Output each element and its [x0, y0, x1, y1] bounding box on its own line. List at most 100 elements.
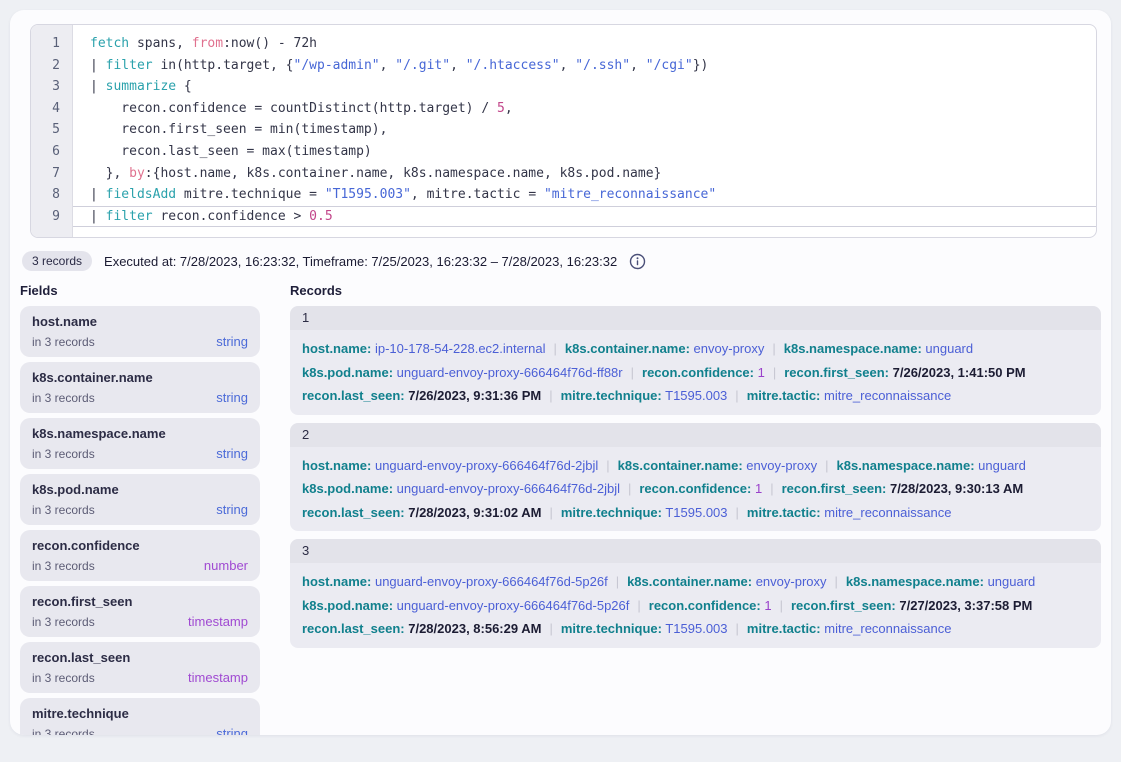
code-token: | — [90, 209, 106, 224]
field-meta: in 3 recordstimestamp — [32, 614, 248, 630]
field-count: in 3 records — [32, 558, 95, 574]
record-pair[interactable]: mitre.technique: T1595.003 — [561, 621, 728, 636]
record-pair[interactable]: k8s.pod.name: unguard-envoy-proxy-666464… — [302, 598, 629, 613]
pair-separator: | — [554, 341, 557, 356]
record-pair[interactable]: k8s.container.name: envoy-proxy — [627, 574, 826, 589]
fields-list: host.namein 3 recordsstringk8s.container… — [20, 306, 260, 735]
code-token: :now() - 72h — [223, 36, 317, 51]
record-value: mitre_reconnaissance — [824, 621, 951, 636]
record-value: 1 — [755, 481, 762, 496]
record-pair[interactable]: mitre.technique: T1595.003 — [561, 505, 728, 520]
code-line: recon.confidence = countDistinct(http.ta… — [73, 98, 1096, 120]
record-body: host.name: ip-10-178-54-228.ec2.internal… — [290, 330, 1101, 415]
field-card[interactable]: host.namein 3 recordsstring — [20, 306, 260, 357]
record-pair[interactable]: host.name: unguard-envoy-proxy-666464f76… — [302, 458, 598, 473]
field-type: timestamp — [188, 614, 248, 630]
record-pair[interactable]: k8s.pod.name: unguard-envoy-proxy-666464… — [302, 365, 623, 380]
record-value: unguard — [988, 574, 1036, 589]
pair-separator: | — [628, 481, 631, 496]
code-token: 0.5 — [309, 209, 332, 224]
code-token: , — [560, 58, 576, 73]
record-pair[interactable]: k8s.namespace.name: unguard — [784, 341, 973, 356]
pair-separator: | — [772, 341, 775, 356]
code-lines: fetch spans, from:now() - 72h| filter in… — [73, 25, 1096, 237]
record-pair[interactable]: host.name: ip-10-178-54-228.ec2.internal — [302, 341, 546, 356]
record-index: 1 — [290, 306, 1101, 330]
pair-separator: | — [835, 574, 838, 589]
info-icon[interactable] — [629, 253, 646, 270]
record-key: host.name: — [302, 574, 371, 589]
field-card[interactable]: recon.confidencein 3 recordsnumber — [20, 530, 260, 581]
record-value: mitre_reconnaissance — [824, 388, 951, 403]
record-pair[interactable]: recon.last_seen: 7/28/2023, 9:31:02 AM — [302, 505, 541, 520]
pair-separator: | — [770, 481, 773, 496]
record-row: k8s.pod.name: unguard-envoy-proxy-666464… — [302, 477, 1089, 501]
code-line: recon.last_seen = max(timestamp) — [73, 141, 1096, 163]
record-pair[interactable]: recon.confidence: 1 — [642, 365, 765, 380]
field-meta: in 3 recordstimestamp — [32, 670, 248, 686]
line-number: 4 — [31, 98, 72, 120]
record-key: mitre.technique: — [561, 505, 662, 520]
record-key: k8s.pod.name: — [302, 365, 393, 380]
record-pair[interactable]: recon.first_seen: 7/27/2023, 3:37:58 PM — [791, 598, 1032, 613]
record-row: host.name: unguard-envoy-proxy-666464f76… — [302, 570, 1089, 594]
record-key: mitre.tactic: — [747, 505, 821, 520]
code-token: 5 — [497, 101, 505, 116]
record-key: k8s.pod.name: — [302, 481, 393, 496]
field-name: mitre.technique — [32, 705, 248, 723]
code-line: | summarize { — [73, 76, 1096, 98]
field-name: k8s.pod.name — [32, 481, 248, 499]
record-pair[interactable]: mitre.tactic: mitre_reconnaissance — [747, 388, 952, 403]
record-pair[interactable]: recon.first_seen: 7/26/2023, 1:41:50 PM — [784, 365, 1025, 380]
record-pair[interactable]: mitre.tactic: mitre_reconnaissance — [747, 621, 952, 636]
record-pair[interactable]: mitre.tactic: mitre_reconnaissance — [747, 505, 952, 520]
query-result-card: 123456789 fetch spans, from:now() - 72h|… — [10, 10, 1111, 735]
query-editor[interactable]: 123456789 fetch spans, from:now() - 72h|… — [30, 24, 1097, 238]
code-token: | — [90, 187, 106, 202]
field-card[interactable]: mitre.techniquein 3 recordsstring — [20, 698, 260, 735]
record-value: unguard-envoy-proxy-666464f76d-5p26f — [397, 598, 630, 613]
record-value: T1595.003 — [665, 388, 727, 403]
record-key: k8s.container.name: — [618, 458, 743, 473]
field-count: in 3 records — [32, 670, 95, 686]
record-value: envoy-proxy — [756, 574, 827, 589]
record-pair[interactable]: recon.confidence: 1 — [649, 598, 772, 613]
record-pair[interactable]: recon.last_seen: 7/28/2023, 8:56:29 AM — [302, 621, 541, 636]
code-line: | filter in(http.target, {"/wp-admin", "… — [73, 55, 1096, 77]
record-pair[interactable]: mitre.technique: T1595.003 — [561, 388, 728, 403]
pair-separator: | — [773, 365, 776, 380]
record-value: envoy-proxy — [746, 458, 817, 473]
record-pair[interactable]: recon.first_seen: 7/28/2023, 9:30:13 AM — [782, 481, 1024, 496]
record-pair[interactable]: k8s.container.name: envoy-proxy — [618, 458, 817, 473]
field-card[interactable]: recon.first_seenin 3 recordstimestamp — [20, 586, 260, 637]
editor-gutter: 123456789 — [31, 25, 73, 237]
field-card[interactable]: k8s.namespace.namein 3 recordsstring — [20, 418, 260, 469]
record-body: host.name: unguard-envoy-proxy-666464f76… — [290, 447, 1101, 532]
record-pair[interactable]: k8s.pod.name: unguard-envoy-proxy-666464… — [302, 481, 620, 496]
field-type: string — [216, 446, 248, 462]
code-token: | — [90, 58, 106, 73]
code-token: "/.git" — [395, 58, 450, 73]
pair-separator: | — [735, 388, 738, 403]
record-pair[interactable]: host.name: unguard-envoy-proxy-666464f76… — [302, 574, 608, 589]
code-token: "/.htaccess" — [466, 58, 560, 73]
record-pair[interactable]: k8s.namespace.name: unguard — [846, 574, 1035, 589]
pair-separator: | — [616, 574, 619, 589]
record-pair[interactable]: recon.last_seen: 7/26/2023, 9:31:36 PM — [302, 388, 541, 403]
field-name: host.name — [32, 313, 248, 331]
record-pair[interactable]: k8s.namespace.name: unguard — [837, 458, 1026, 473]
record-pair[interactable]: k8s.container.name: envoy-proxy — [565, 341, 764, 356]
code-token: , — [505, 101, 513, 116]
record-row: recon.last_seen: 7/28/2023, 9:31:02 AM|m… — [302, 501, 1089, 525]
field-card[interactable]: k8s.container.namein 3 recordsstring — [20, 362, 260, 413]
field-card[interactable]: recon.last_seenin 3 recordstimestamp — [20, 642, 260, 693]
record-key: mitre.tactic: — [747, 621, 821, 636]
code-line: | fieldsAdd mitre.technique = "T1595.003… — [73, 184, 1096, 206]
record-value: ip-10-178-54-228.ec2.internal — [375, 341, 546, 356]
code-token: :{host.name, k8s.container.name, k8s.nam… — [145, 166, 662, 181]
field-type: string — [216, 502, 248, 518]
field-meta: in 3 recordsstring — [32, 502, 248, 518]
field-card[interactable]: k8s.pod.name in 3 recordsstring — [20, 474, 260, 525]
record-row: recon.last_seen: 7/28/2023, 8:56:29 AM|m… — [302, 617, 1089, 641]
record-pair[interactable]: recon.confidence: 1 — [639, 481, 762, 496]
